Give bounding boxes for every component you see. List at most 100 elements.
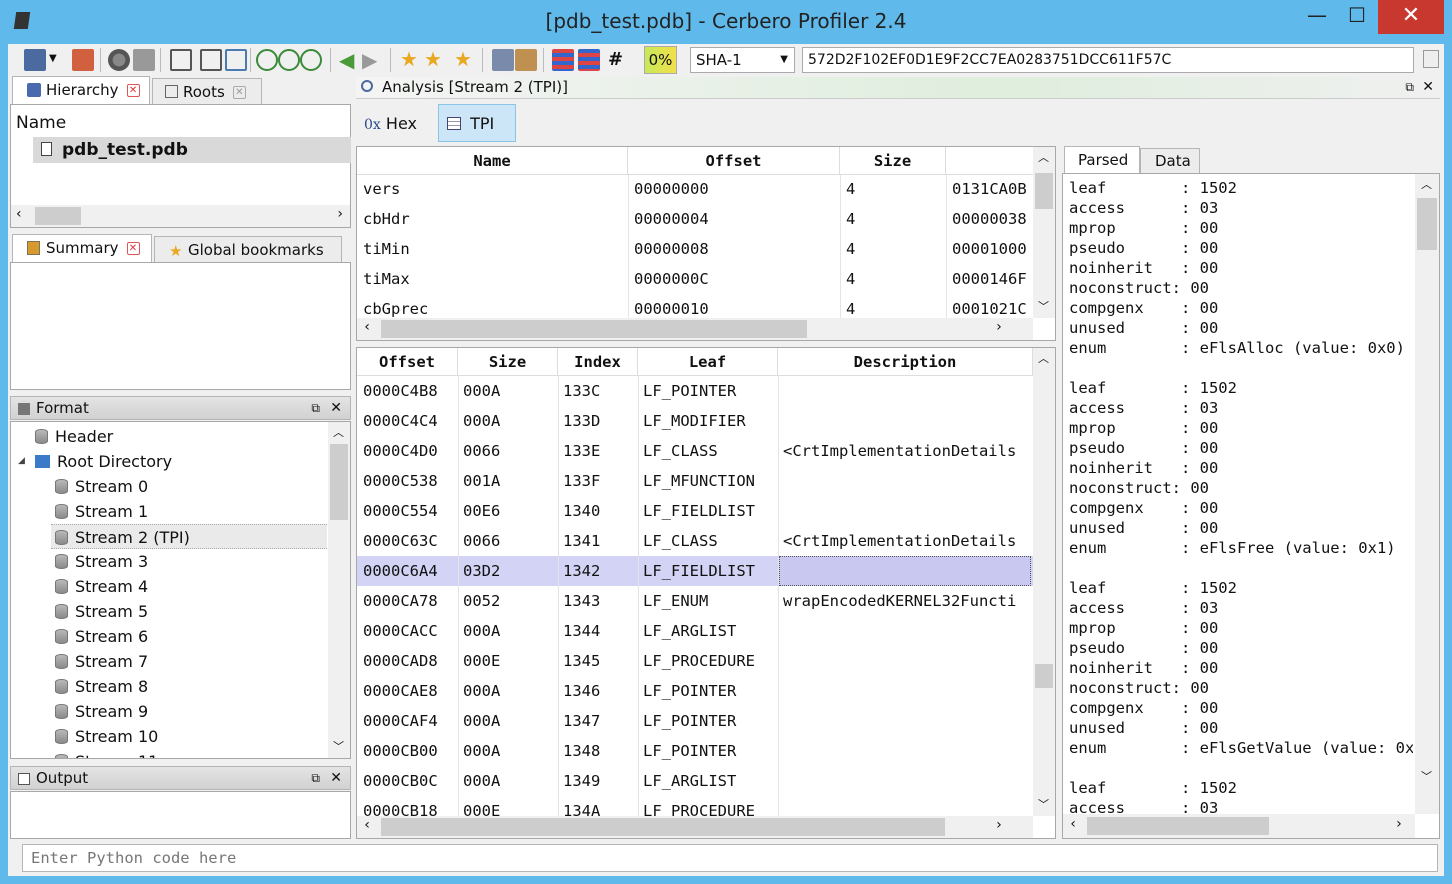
view-tpi-button[interactable]: TPI — [438, 104, 516, 142]
vertical-scrollbar[interactable]: ︿ ﹀ — [1415, 174, 1439, 814]
close-icon[interactable]: ✕ — [126, 84, 140, 97]
hash-value-field[interactable]: 572D2F102EF0D1E9F2CC7EA0283751DCC611F57C — [802, 47, 1414, 73]
tree-item[interactable]: Stream 9 — [11, 699, 326, 724]
close-icon[interactable]: ✕ — [330, 767, 342, 790]
tab-global-bookmarks[interactable]: ★ Global bookmarks✕ — [154, 236, 342, 284]
horizontal-scrollbar[interactable]: ‹ › — [357, 318, 1033, 340]
bookmark-icon[interactable]: ★ — [400, 47, 418, 71]
close-icon[interactable]: ✕ — [126, 242, 140, 255]
tree-item[interactable]: Stream 8 — [11, 674, 326, 699]
hash-algorithm-select[interactable]: SHA-1 ▼ — [690, 47, 795, 73]
vertical-scrollbar[interactable]: ︿ ﹀ — [328, 422, 350, 758]
bookmark-add-icon[interactable]: ★ — [424, 47, 442, 71]
column-header[interactable]: Offset — [628, 147, 840, 175]
tab-roots[interactable]: Roots ✕ — [152, 78, 262, 104]
scrollbar-thumb[interactable] — [1087, 817, 1269, 835]
hash-icon[interactable]: # — [608, 49, 623, 70]
vertical-scrollbar[interactable]: ︿ ﹀ — [1033, 348, 1055, 816]
gear-icon[interactable] — [108, 49, 130, 71]
tree-item[interactable]: Stream 4 — [11, 574, 326, 599]
settings-icon[interactable] — [133, 49, 155, 71]
edit-icon[interactable] — [515, 49, 537, 71]
column-header[interactable]: Leaf — [638, 348, 778, 376]
maximize-button[interactable]: ☐ — [1334, 0, 1380, 34]
scrollbar-thumb[interactable] — [1035, 664, 1053, 688]
hierarchy-file-item[interactable]: pdb_test.pdb — [33, 137, 351, 163]
tree-item[interactable]: Stream 2 (TPI) — [51, 524, 327, 549]
zoom-remove-icon[interactable] — [300, 49, 322, 71]
close-icon[interactable]: ✕ — [1422, 77, 1434, 98]
tab-hierarchy[interactable]: Hierarchy ✕ — [12, 76, 150, 104]
table-row[interactable]: tiMin 00000008 4 00001000 — [357, 234, 1033, 264]
back-arrow-icon[interactable]: ◀ — [339, 48, 354, 72]
chevron-down-icon[interactable]: ▼ — [780, 48, 788, 72]
python-console-input[interactable]: Enter Python code here — [22, 844, 1438, 872]
view-hex-button[interactable]: 0x Hex — [360, 106, 428, 142]
horizontal-scrollbar[interactable]: ‹ › — [1063, 814, 1415, 838]
chevron-left-icon[interactable]: ‹ — [363, 817, 371, 833]
chevron-up-icon[interactable]: ︿ — [1038, 350, 1049, 366]
close-icon[interactable]: ✕ — [330, 397, 342, 420]
close-icon[interactable]: ✕ — [232, 86, 246, 99]
chevron-up-icon[interactable]: ︿ — [333, 424, 344, 440]
close-button[interactable]: ✕ — [1378, 0, 1444, 34]
column-header[interactable]: Offset — [357, 348, 458, 376]
chevron-left-icon[interactable]: ‹ — [1069, 816, 1077, 832]
tab-parsed[interactable]: Parsed — [1064, 146, 1140, 173]
scrollbar-thumb[interactable] — [381, 818, 945, 836]
scrollbar-thumb[interactable] — [330, 444, 348, 520]
tree-item[interactable]: Stream 3 — [11, 549, 326, 574]
column-header[interactable] — [946, 147, 1036, 175]
horizontal-scrollbar[interactable]: ‹ › — [11, 205, 350, 227]
zoom-icon[interactable] — [256, 49, 278, 71]
script-icon[interactable] — [492, 49, 514, 71]
tree-item[interactable]: Stream 11 — [11, 749, 326, 758]
tree-item[interactable]: Header — [11, 424, 326, 449]
chevron-left-icon[interactable]: ‹ — [363, 319, 371, 335]
tree-item[interactable]: Stream 5 — [11, 599, 326, 624]
save-icon[interactable] — [24, 49, 46, 71]
forward-arrow-icon[interactable]: ▶ — [362, 48, 377, 72]
chevron-down-icon[interactable]: ﹀ — [1038, 298, 1049, 314]
collapse-arrow-icon[interactable]: ◢ — [18, 449, 25, 474]
tree-item[interactable]: Stream 6 — [11, 624, 326, 649]
zoom-add-icon[interactable] — [278, 49, 300, 71]
vertical-scrollbar[interactable]: ︿ ﹀ — [1033, 147, 1055, 318]
tree-item[interactable]: ◢ Root Directory — [11, 449, 326, 474]
scrollbar-thumb[interactable] — [381, 320, 807, 338]
scrollbar-thumb[interactable] — [1035, 173, 1053, 209]
column-header[interactable]: Index — [558, 348, 638, 376]
dock-icon[interactable] — [200, 49, 222, 71]
horizontal-scrollbar[interactable]: ‹ › — [357, 816, 1033, 838]
tree-item[interactable]: Stream 1 — [11, 499, 326, 524]
undock-icon[interactable]: ⧉ — [311, 397, 320, 420]
chevron-right-icon[interactable]: › — [995, 319, 1003, 335]
compare-icon[interactable] — [578, 49, 600, 71]
column-header[interactable]: Size — [458, 348, 558, 376]
layout-icon[interactable] — [225, 49, 247, 71]
chart-icon[interactable] — [552, 49, 574, 71]
tree-item[interactable]: Stream 10 — [11, 724, 326, 749]
tree-item[interactable]: Stream 0 — [11, 474, 326, 499]
table-row[interactable]: cbHdr 00000004 4 00000038 — [357, 204, 1033, 234]
scrollbar-thumb[interactable] — [35, 207, 81, 225]
table-row[interactable]: vers 00000000 4 0131CA0B — [357, 174, 1033, 204]
copy-icon[interactable] — [1423, 50, 1439, 68]
chevron-right-icon[interactable]: › — [1395, 816, 1403, 832]
chevron-down-icon[interactable]: ﹀ — [333, 738, 344, 754]
tab-summary[interactable]: Summary ✕ — [12, 234, 152, 262]
chevron-down-icon[interactable]: ▼ — [49, 53, 57, 64]
chevron-right-icon[interactable]: › — [995, 817, 1003, 833]
chevron-right-icon[interactable]: › — [337, 206, 343, 222]
tab-data[interactable]: Data — [1140, 148, 1200, 173]
table-row[interactable]: tiMax 0000000C 4 0000146F — [357, 264, 1033, 294]
undock-icon[interactable]: ⧉ — [311, 767, 320, 790]
open-icon[interactable] — [72, 49, 94, 71]
undock-icon[interactable]: ⧉ — [1405, 77, 1414, 98]
bookmark-global-icon[interactable]: ★ — [454, 47, 472, 71]
chevron-left-icon[interactable]: ‹ — [16, 206, 22, 222]
window-icon[interactable] — [170, 49, 192, 71]
column-header[interactable]: Description — [778, 348, 1033, 376]
column-header[interactable]: Name — [357, 147, 628, 175]
scrollbar-thumb[interactable] — [1417, 198, 1437, 250]
